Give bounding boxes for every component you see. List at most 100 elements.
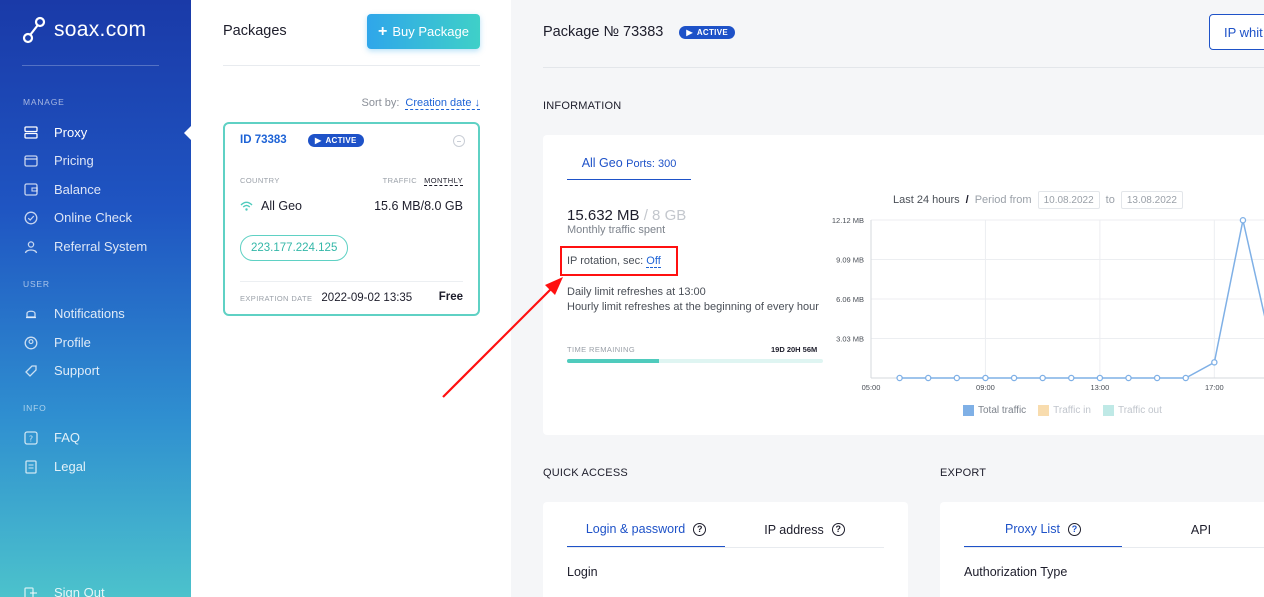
svg-text:?: ?: [28, 434, 32, 443]
logo-text: soax.com: [54, 18, 147, 41]
traffic-spent-value: 15.632 MB: [567, 207, 640, 224]
sidebar-item-label: Support: [54, 363, 100, 378]
buy-package-button[interactable]: + Buy Package: [367, 14, 480, 49]
package-title: Package № 73383: [543, 24, 664, 40]
legend-item[interactable]: Traffic out: [1102, 405, 1162, 416]
traffic-spent: 15.632 MB / 8 GB: [567, 207, 686, 224]
legend-label: Traffic out: [1117, 405, 1162, 416]
logo[interactable]: soax.com: [22, 15, 146, 45]
tab-login-password[interactable]: Login & password ?: [567, 522, 725, 547]
ip-rotation-label: IP rotation, sec:: [567, 255, 644, 267]
sidebar-item-proxy[interactable]: Proxy: [23, 125, 87, 140]
plus-icon: +: [378, 22, 388, 40]
geo-value: All Geo: [261, 199, 302, 213]
help-icon[interactable]: ?: [693, 522, 707, 536]
tab-proxy-list[interactable]: Proxy List ?: [964, 522, 1122, 547]
sign-out-label: Sign Out: [54, 585, 105, 597]
x-tick-label: 17:00: [1205, 383, 1224, 392]
ports-label: Ports: 300: [626, 158, 677, 170]
expiration-date: 2022-09-02 13:35: [321, 292, 413, 304]
document-icon: [23, 459, 38, 474]
tab-label: IP address: [764, 522, 824, 537]
collapse-icon[interactable]: [453, 135, 465, 147]
quick-access-title: QUICK ACCESS: [543, 467, 628, 479]
expiration-label: EXPIRATION DATE: [240, 293, 313, 303]
divider: [223, 65, 480, 66]
sidebar-item-label: FAQ: [54, 430, 81, 445]
sidebar-item-balance[interactable]: Balance: [23, 182, 101, 197]
divider: [240, 281, 463, 282]
logout-icon: [23, 585, 38, 597]
tab-api[interactable]: API: [1122, 522, 1264, 547]
sidebar-item-pricing[interactable]: Pricing: [23, 153, 94, 168]
sort-dropdown[interactable]: Creation date ↓: [405, 97, 480, 110]
tab-ip-address[interactable]: IP address ?: [725, 522, 884, 547]
sign-out-button[interactable]: Sign Out: [23, 585, 105, 597]
tag-icon: [23, 363, 38, 378]
traffic-subtitle: Monthly traffic spent: [567, 224, 666, 236]
x-tick-label: 13:00: [1090, 383, 1109, 392]
traffic-mode-dropdown[interactable]: MONTHLY: [424, 176, 463, 186]
legend-label: Total traffic: [978, 405, 1027, 416]
sidebar-item-legal[interactable]: Legal: [23, 459, 86, 474]
divider: [543, 67, 1264, 68]
status-text: ACTIVE: [325, 136, 357, 145]
question-icon: ?: [23, 430, 38, 445]
geo-row: All Geo: [240, 199, 302, 213]
status-text: ACTIVE: [696, 27, 728, 37]
data-point: [1153, 374, 1161, 382]
chart-legend: Total traffic Traffic in Traffic out: [963, 405, 1162, 416]
traffic-label: TRAFFIC: [382, 176, 418, 185]
help-icon[interactable]: ?: [831, 523, 845, 536]
play-icon: ▶: [315, 136, 322, 145]
tab-label: API: [1190, 522, 1212, 537]
legend-label: Traffic in: [1053, 405, 1091, 416]
data-point: [982, 374, 989, 382]
sidebar-item-notifications[interactable]: Notifications: [23, 306, 125, 321]
country-label: COUNTRY: [240, 176, 280, 185]
daily-limit-text: Daily limit refreshes at 13:00: [567, 286, 706, 298]
legend-item[interactable]: Traffic in: [1038, 405, 1091, 416]
sidebar-item-label: Proxy: [54, 125, 88, 140]
sidebar-item-profile[interactable]: Profile: [23, 335, 91, 350]
export-title: EXPORT: [940, 467, 987, 479]
sidebar-item-label: Profile: [54, 335, 91, 350]
ip-whitelist-button[interactable]: IP whit: [1209, 14, 1264, 50]
status-badge: ▶ ACTIVE: [308, 134, 364, 147]
traffic-limit: / 8 GB: [643, 207, 687, 224]
balance-icon: [23, 182, 38, 197]
legend-swatch: [1102, 405, 1114, 416]
sidebar-item-support[interactable]: Support: [23, 363, 100, 378]
limit-info: Daily limit refreshes at 13:00 Hourly li…: [567, 285, 825, 315]
legend-item[interactable]: Total traffic: [963, 405, 1026, 416]
export-panel: Proxy List ? API Authorization Type: [940, 502, 1264, 597]
tab-all-geo[interactable]: All Geo Ports: 300: [567, 156, 691, 180]
plan-label: Free: [438, 291, 463, 303]
sidebar-item-referral-system[interactable]: Referral System: [23, 239, 147, 254]
package-header: Package № 73383 ▶ ACTIVE: [543, 24, 735, 40]
tab-label: All Geo: [581, 156, 623, 170]
data-point: [1096, 374, 1104, 382]
hourly-limit-text: Hourly limit refreshes at the beginning …: [567, 301, 819, 313]
tab-label: Proxy List: [1005, 522, 1060, 536]
data-point: [1125, 374, 1132, 382]
y-tick-label: 12.12 MB: [832, 216, 864, 225]
wifi-icon: [240, 201, 253, 211]
package-card[interactable]: ID 73383 ▶ ACTIVE COUNTRY TRAFFIC MONTHL…: [223, 122, 480, 316]
legend-swatch: [963, 405, 974, 416]
traffic-chart: 12.12 MB 9.09 MB 6.06 MB 3.03 MB 05:00 09:00 1…: [832, 216, 1264, 392]
login-label: Login: [567, 565, 598, 579]
sidebar-item-label: Balance: [54, 182, 101, 197]
sidebar-item-faq[interactable]: ? FAQ: [23, 430, 80, 445]
last-24-hours-link[interactable]: Last 24 hours: [893, 194, 960, 206]
section-label-user: USER: [23, 279, 50, 289]
legend-swatch: [1038, 405, 1050, 416]
sidebar-item-online-check[interactable]: Online Check: [23, 210, 132, 225]
ip-rotation-toggle[interactable]: Off: [646, 255, 661, 268]
help-icon[interactable]: ?: [1067, 522, 1081, 536]
ip-address-pill[interactable]: 223.177.224.125: [240, 235, 349, 261]
period-from-input[interactable]: 10.08.2022: [1037, 191, 1100, 209]
bell-icon: [23, 306, 38, 321]
period-to-input[interactable]: 13.08.2022: [1120, 191, 1183, 209]
y-tick-label: 3.03 MB: [836, 335, 864, 344]
